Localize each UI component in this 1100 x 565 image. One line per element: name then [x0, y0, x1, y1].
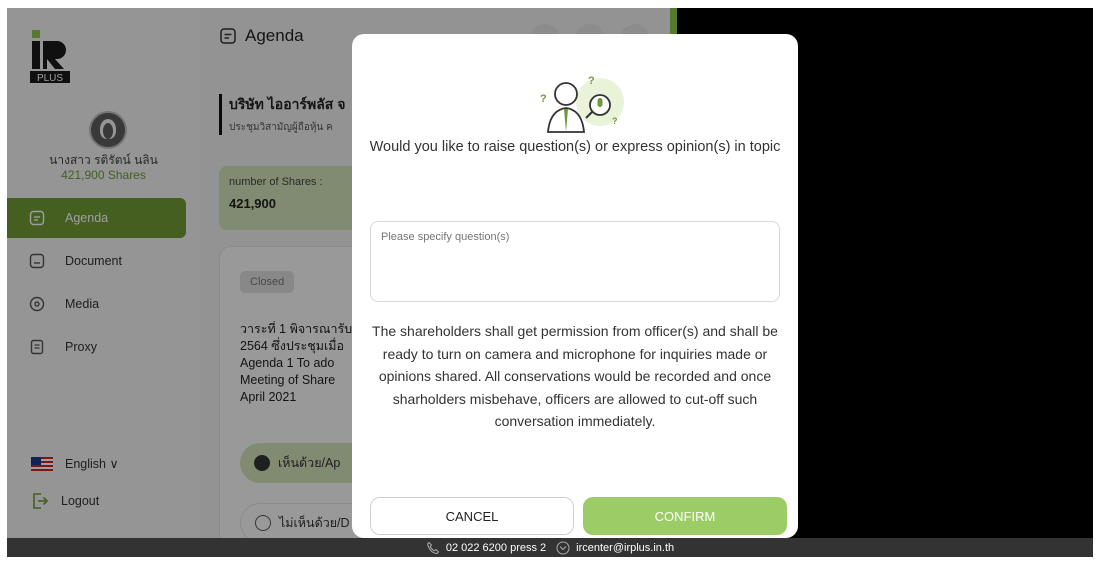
- svg-text:?: ?: [588, 75, 595, 87]
- question-input[interactable]: [370, 221, 780, 302]
- footer-email[interactable]: ircenter@irplus.in.th: [576, 542, 674, 554]
- svg-text:?: ?: [540, 93, 547, 105]
- question-illustration-icon: ? ? ?: [528, 72, 628, 138]
- email-icon: [556, 541, 576, 555]
- confirm-button[interactable]: CONFIRM: [583, 497, 787, 535]
- footer-phone: 02 022 6200 press 2: [445, 541, 547, 554]
- phone-icon: [426, 541, 446, 555]
- cancel-button[interactable]: CANCEL: [370, 497, 574, 535]
- modal-question-text: Would you like to raise question(s) or e…: [369, 139, 781, 155]
- modal-notice-text: The shareholders shall get permission fr…: [372, 323, 778, 429]
- footer-bar: 02 022 6200 press 2 ircenter@irplus.in.t…: [7, 538, 1093, 557]
- svg-text:?: ?: [612, 116, 618, 126]
